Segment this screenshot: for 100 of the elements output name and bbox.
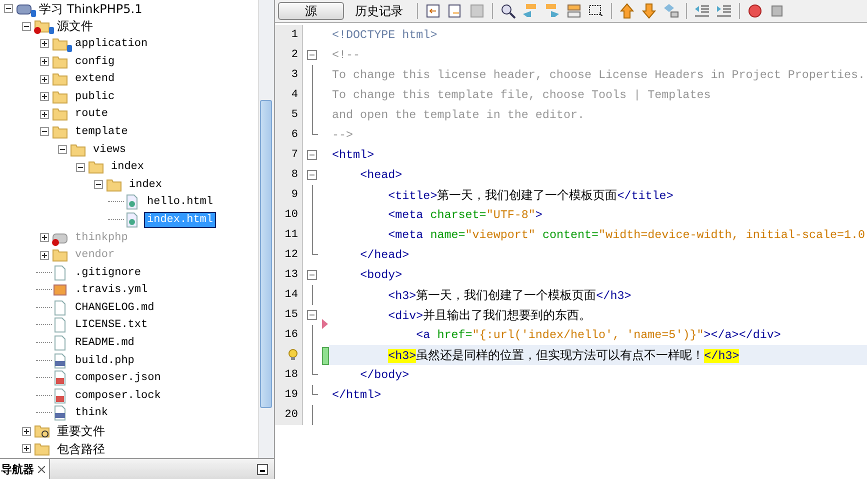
folder-icon [52, 124, 68, 140]
code-line: <meta charset="UTF-8"> [387, 208, 542, 222]
expand-toggle[interactable] [40, 74, 49, 84]
code-line: <a href="{:url('index/hello', 'name=5')}"></a></div> [415, 328, 781, 342]
code-line: To change this license header, choose License Headers in Project Properties. [331, 68, 866, 82]
line-number: 18 [284, 369, 298, 381]
tree-item[interactable]: public [73, 90, 117, 104]
diamond-boxes-icon[interactable] [663, 3, 679, 19]
fold-toggle[interactable] [307, 50, 317, 60]
folder-icon [88, 159, 104, 176]
line-number: 20 [284, 409, 298, 421]
change-bar [322, 347, 329, 365]
stop-icon[interactable] [769, 3, 785, 19]
php-file-icon [52, 405, 68, 422]
line-number: 8 [291, 169, 298, 181]
js-file-icon [52, 388, 68, 404]
stacked-boxes-icon[interactable] [566, 3, 582, 19]
folder-icon [52, 247, 68, 264]
scrollbar[interactable] [258, 0, 274, 458]
tree-item[interactable]: application [73, 36, 150, 51]
code-line: </html> [331, 388, 382, 402]
minimize-icon[interactable] [257, 464, 268, 474]
file-icon [52, 300, 68, 316]
fold-toggle[interactable] [307, 270, 317, 280]
tree-item[interactable]: template [73, 124, 130, 139]
line-number: 14 [284, 289, 298, 301]
lightbulb-icon[interactable] [288, 349, 298, 361]
indent-right-icon[interactable] [716, 3, 732, 19]
file-icon [52, 317, 68, 334]
code-line: and open the template in the editor. [331, 108, 584, 122]
tree-item[interactable]: README.md [73, 336, 136, 350]
collapse-toggle[interactable] [76, 162, 85, 172]
tree-item[interactable]: extend [73, 72, 117, 86]
tree-item[interactable]: 包含路径 [55, 442, 107, 456]
code-line: </head> [359, 248, 410, 262]
code-line: <body> [359, 268, 402, 282]
arrow-down-icon[interactable] [641, 3, 657, 19]
collapse-toggle[interactable] [58, 145, 67, 154]
tree-item[interactable]: LICENSE.txt [73, 318, 150, 332]
tree-item[interactable]: composer.lock [73, 388, 163, 403]
code-line: <html> [331, 148, 374, 162]
folder-icon [34, 423, 50, 440]
tree-item[interactable]: route [73, 107, 110, 122]
tree-item[interactable]: build.php [73, 354, 136, 368]
code-line: <h3>第一天，我们创建了一个模板页面</h3> [387, 286, 632, 304]
php-file-icon [52, 352, 68, 369]
fold-line [312, 285, 313, 305]
fold-toggle[interactable] [307, 170, 317, 180]
line-number: 6 [291, 129, 298, 141]
folder-icon [52, 88, 68, 105]
code-line: <meta name="viewport" content="width=device-width, initial-scale=1.0 [387, 228, 866, 242]
file-icon [52, 335, 68, 352]
line-number: 5 [291, 109, 298, 121]
fold-line [312, 405, 313, 425]
tree-item[interactable]: composer.json [73, 371, 163, 386]
back-document-icon[interactable] [425, 3, 441, 19]
expand-toggle[interactable] [40, 39, 49, 48]
arrow-up-icon[interactable] [619, 3, 635, 19]
tree-item[interactable]: .gitignore [73, 266, 144, 280]
html-file-icon [124, 212, 140, 228]
close-icon[interactable] [38, 466, 45, 472]
expand-toggle[interactable] [40, 57, 49, 66]
search-icon[interactable] [500, 3, 516, 19]
expand-toggle[interactable] [22, 444, 31, 454]
collapse-toggle[interactable] [22, 22, 31, 31]
folder-icon [52, 71, 68, 88]
code-line: --> [331, 128, 354, 142]
line-number: 12 [284, 249, 298, 261]
expand-toggle[interactable] [40, 110, 49, 119]
tree-item[interactable]: .travis.yml [73, 283, 150, 298]
editor-tab[interactable]: 历史记录 [346, 2, 412, 20]
expand-toggle[interactable] [40, 92, 49, 102]
indent-left-icon[interactable] [694, 3, 710, 19]
code-line: <!-- [331, 48, 360, 62]
selection-cursor-icon[interactable] [588, 3, 604, 19]
collapse-toggle[interactable] [94, 180, 103, 190]
tree-item[interactable]: 学习 ThinkPHP5.1 [37, 2, 144, 16]
line-number: 19 [284, 389, 298, 401]
fold-toggle[interactable] [307, 150, 317, 160]
collapse-toggle[interactable] [4, 4, 13, 14]
expand-toggle[interactable] [22, 426, 31, 436]
tree-item[interactable]: CHANGELOG.md [73, 300, 156, 315]
folder-icon [52, 106, 68, 122]
folder-icon [106, 176, 122, 193]
tree-item[interactable]: views [91, 142, 128, 157]
folder-icon [70, 142, 86, 158]
editor-tab[interactable]: 源 [278, 2, 344, 20]
code-line: <h3>虽然还是同样的位置，但实现方法可以有点不一样呢！</h3> [387, 346, 740, 364]
tree-item[interactable]: hello.html [145, 195, 216, 210]
folder-icon [52, 54, 68, 70]
tree-item[interactable]: think [73, 406, 110, 420]
fold-toggle[interactable] [307, 310, 317, 320]
tree-item[interactable]: index [127, 178, 164, 192]
tree-item[interactable]: index [109, 160, 146, 174]
tree-item[interactable]: 源文件 [55, 19, 95, 34]
collapse-toggle[interactable] [40, 127, 49, 136]
record-icon[interactable] [747, 3, 763, 19]
code-line: <div>并且输出了我们想要到的东西。 [387, 306, 592, 324]
tree-item[interactable]: config [73, 54, 117, 69]
tree-item[interactable]: 重要文件 [55, 424, 107, 438]
